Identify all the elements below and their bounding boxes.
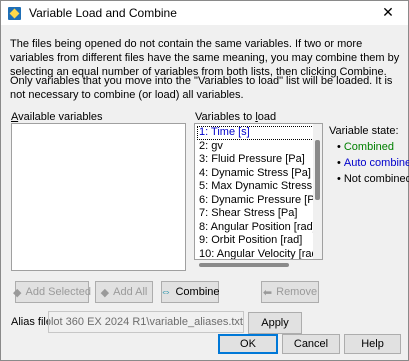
remove-arrow-icon: ⬅: [262, 286, 273, 299]
variables-to-load-list[interactable]: 1: Time [s] 2: gv 3: Fluid Pressure [Pa] 4:…: [194, 123, 323, 260]
load-list-item[interactable]: 6: Dynamic Pressure [Pa]: [195, 194, 322, 208]
remove-button[interactable]: ⬅ Remove: [261, 281, 319, 303]
variables-to-load-label: Variables to load: [195, 111, 277, 123]
apply-button[interactable]: Apply: [248, 312, 302, 334]
title-bar: Variable Load and Combine ✕: [1, 1, 408, 25]
load-list-item[interactable]: 7: Shear Stress [Pa]: [195, 207, 322, 221]
alias-file-field[interactable]: C:\Program Files\Tecplot\Tecplot 360 EX …: [48, 311, 244, 333]
load-list-item[interactable]: 4: Dynamic Stress [Pa]: [195, 167, 322, 181]
scroll-thumb[interactable]: [199, 263, 289, 267]
load-list-vertical-scrollbar[interactable]: [313, 124, 322, 259]
state-not-combined: • Not combined: [337, 173, 409, 185]
combine-button[interactable]: ⇔ Combine: [160, 281, 220, 303]
bullet-icon: •: [337, 141, 341, 153]
load-list-item[interactable]: 10: Angular Velocity [rad/s]: [195, 248, 322, 260]
cancel-button[interactable]: Cancel: [282, 334, 340, 354]
combine-icon: ⇔: [160, 286, 172, 298]
available-variables-list[interactable]: [11, 123, 186, 271]
variable-state-title: Variable state:: [329, 125, 399, 137]
bullet-icon: •: [337, 173, 341, 185]
add-selected-button[interactable]: ◆ Add Selected: [13, 281, 91, 303]
scroll-thumb[interactable]: [315, 140, 320, 200]
add-arrow-icon: ◆: [13, 286, 22, 299]
available-variables-label: Available variables: [11, 111, 103, 123]
bullet-icon: •: [337, 157, 341, 169]
close-icon[interactable]: ✕: [380, 4, 396, 21]
load-list-item[interactable]: 3: Fluid Pressure [Pa]: [195, 153, 322, 167]
add-all-arrow-icon: ◆: [100, 286, 110, 299]
load-list-item[interactable]: 1: Time [s]: [197, 126, 320, 140]
help-button[interactable]: Help: [344, 334, 401, 354]
tecplot-app-icon: [8, 6, 21, 20]
load-list-item[interactable]: 9: Orbit Position [rad]: [195, 234, 322, 248]
load-list-item[interactable]: 8: Angular Position [rad]: [195, 221, 322, 235]
add-all-button[interactable]: ◆ Add All: [95, 281, 153, 303]
variable-load-combine-dialog: Variable Load and Combine ✕ The files be…: [0, 0, 409, 361]
load-list-item[interactable]: 2: gv: [195, 140, 322, 154]
load-list-item[interactable]: 5: Max Dynamic Stress [Pa]: [195, 180, 322, 194]
state-auto-combined: •Auto combined: [337, 157, 409, 169]
load-list-horizontal-scrollbar[interactable]: [195, 260, 322, 270]
window-title: Variable Load and Combine: [29, 6, 177, 20]
intro-paragraph-1: The files being opened do not contain th…: [10, 38, 400, 78]
ok-button[interactable]: OK: [218, 334, 278, 354]
state-combined: • Combined: [337, 141, 394, 153]
intro-paragraph-2: Only variables that you move into the "V…: [10, 75, 393, 101]
